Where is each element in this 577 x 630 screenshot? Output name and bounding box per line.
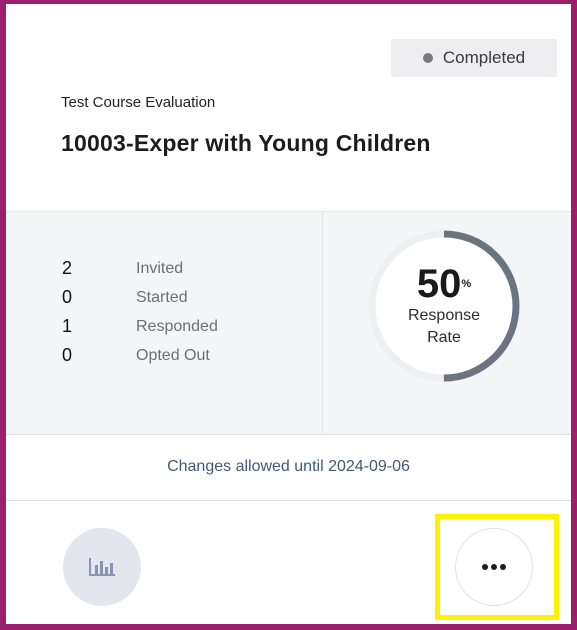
stat-value: 0 [62,287,73,307]
response-rate-value: 50% [417,263,471,305]
stat-row-opted-out: 0 Opted Out [62,341,218,370]
report-button[interactable] [63,528,141,606]
response-rate-label: Response Rate [407,307,481,346]
stat-row-invited: 2 Invited [62,254,218,283]
card-header: Completed Test Course Evaluation 10003-E… [6,4,571,210]
response-rate-unit: % [461,278,472,290]
stat-label: Started [136,288,188,306]
stat-label: Opted Out [136,346,210,364]
stat-label: Invited [136,259,184,277]
response-rate-number: 50 [416,262,462,306]
survey-card-frame: Completed Test Course Evaluation 10003-E… [0,0,577,630]
stat-row-started: 0 Started [62,283,218,312]
course-type-label: Test Course Evaluation [61,94,216,111]
stats-divider [322,212,323,434]
changes-row: Changes allowed until 2024-09-06 [6,434,571,501]
course-title: 10003-Exper with Young Children [61,130,431,156]
changes-allowed-note: Changes allowed until 2024-09-06 [167,458,410,475]
stat-label: Responded [136,317,218,335]
status-badge-label: Completed [442,48,526,67]
stats-list: 2 Invited 0 Started 1 Responded 0 Opted … [62,254,218,370]
stat-value: 1 [62,316,73,336]
bar-chart-icon [89,558,115,576]
status-badge: Completed [391,39,557,77]
gauge-text: 50% Response Rate [364,226,524,386]
status-dot-icon [422,53,433,63]
stat-value: 0 [62,345,73,365]
stat-row-responded: 1 Responded [62,312,218,341]
stat-value: 2 [62,258,73,278]
stats-panel: 2 Invited 0 Started 1 Responded 0 Opted … [6,211,571,435]
more-options-button[interactable] [455,528,533,606]
more-options-icon [482,564,506,570]
